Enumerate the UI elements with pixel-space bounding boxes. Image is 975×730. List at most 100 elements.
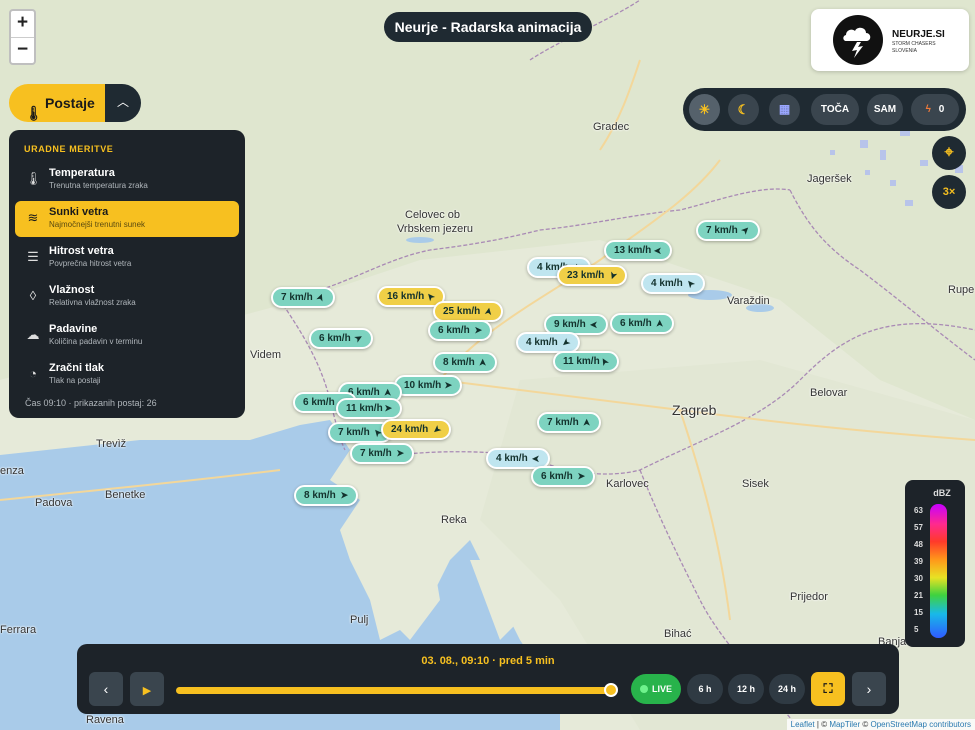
- timeline-datetime: 03. 08., 09:10 · pred 5 min: [421, 655, 555, 667]
- wind-marker[interactable]: 8 km/h ➤: [294, 485, 358, 506]
- stations-item-temperature[interactable]: 🌡 Temperatura Trenutna temperatura zraka: [15, 162, 239, 198]
- wind-marker[interactable]: 8 km/h ➤: [433, 352, 497, 373]
- wind-arrow-icon: ➤: [474, 325, 482, 335]
- legend-title: dBZ: [933, 488, 951, 498]
- wind-marker[interactable]: 13 km/h ➤: [604, 240, 672, 261]
- wind-arrow-icon: ➤: [353, 331, 365, 345]
- maptiler-link[interactable]: MapTiler: [829, 720, 860, 729]
- wind-marker[interactable]: 7 km/h ➤: [696, 220, 760, 241]
- stations-item-label: Sunki vetra: [49, 206, 109, 218]
- wind-arrow-icon: ➤: [739, 223, 753, 237]
- play-icon: ▶: [142, 685, 152, 697]
- locate-button[interactable]: ⌖: [932, 136, 966, 170]
- stations-button[interactable]: 🌡 Postaje: [9, 84, 105, 122]
- city-label: Rupe: [948, 284, 975, 296]
- wind-marker[interactable]: 4 km/h➤: [516, 332, 580, 353]
- wind-marker-value: 8 km/h: [443, 357, 475, 368]
- previous-frame-button[interactable]: ‹: [89, 672, 123, 706]
- zoom-out-button[interactable]: −: [11, 37, 34, 63]
- stations-item-description: Povprečna hitrost vetra: [49, 259, 132, 268]
- wind-marker[interactable]: 6 km/h➤: [610, 313, 674, 334]
- stations-item-label: Temperatura: [49, 167, 115, 179]
- wind-marker[interactable]: 6 km/h➤: [531, 466, 595, 487]
- wind-marker[interactable]: 23 km/h ➤: [557, 265, 627, 286]
- wind-marker[interactable]: 11 km/h ➤: [336, 398, 402, 419]
- range-24h-button[interactable]: 24 h: [769, 674, 805, 704]
- chevron-left-icon: ‹: [103, 681, 109, 697]
- gauge-icon: ◔: [29, 366, 37, 381]
- wind-marker-value: 16 km/h: [387, 291, 425, 302]
- wind-marker-value: 4 km/h: [651, 278, 683, 289]
- legend-value: 48: [914, 540, 923, 549]
- wind-marker-value: 6 km/h: [438, 325, 470, 336]
- leaflet-link[interactable]: Leaflet: [791, 720, 815, 729]
- night-mode-button[interactable]: ☾: [728, 94, 759, 125]
- stations-item-wind-speed[interactable]: ☰ Hitrost vetra Povprečna hitrost vetra: [15, 240, 239, 276]
- stations-item-humidity[interactable]: ◊ Vlažnost Relativna vlažnost zraka: [15, 279, 239, 315]
- wind-marker[interactable]: 25 km/h ➤: [433, 301, 503, 322]
- moon-icon: ☾: [737, 102, 750, 117]
- calendar-button[interactable]: ▦: [769, 94, 800, 125]
- wind-marker[interactable]: 7 km/h ➤: [350, 443, 414, 464]
- map-attribution: Leaflet | © MapTiler © OpenStreetMap con…: [786, 719, 975, 730]
- timeline-slider[interactable]: [176, 687, 612, 694]
- logo[interactable]: NEURJE.SI STORM CHASERS SLOVENIA: [811, 9, 969, 71]
- sam-button[interactable]: SAM: [867, 94, 903, 125]
- stations-item-wind-gust[interactable]: ≋ Sunki vetra Najmočnejši trenutni sunek: [15, 201, 239, 237]
- wind-marker-value: 23 km/h: [567, 270, 605, 281]
- wind-arrow-icon: ➤: [340, 490, 348, 500]
- attribution-separator: | ©: [816, 720, 830, 729]
- wind-marker[interactable]: 7 km/h ➤: [537, 412, 601, 433]
- legend-color-bar: [930, 504, 947, 638]
- city-label: Sisek: [742, 478, 769, 490]
- live-dot-icon: [640, 685, 648, 693]
- wind-marker[interactable]: 11 km/h ➤: [553, 351, 619, 372]
- wind-marker[interactable]: 24 km/h ➤: [381, 419, 451, 440]
- chevron-up-icon: ︿: [116, 95, 129, 109]
- wind-arrow-icon: ➤: [581, 418, 592, 427]
- day-mode-button[interactable]: ☀: [689, 94, 720, 125]
- timeline-slider-handle[interactable]: [604, 683, 618, 697]
- storm-logo-icon: [833, 15, 883, 65]
- play-button[interactable]: ▶: [130, 672, 164, 706]
- city-label: Jageršek: [807, 173, 852, 185]
- layer-toolbar: ☀ ☾ ▦ TOČA SAM ϟ 0: [683, 88, 966, 131]
- stations-item-label: Padavine: [49, 323, 98, 335]
- wind-arrow-icon: ➤: [532, 454, 540, 464]
- wind-arrow-icon: ➤: [590, 320, 598, 330]
- range-12h-button[interactable]: 12 h: [728, 674, 764, 704]
- range-6h-button[interactable]: 6 h: [687, 674, 723, 704]
- city-label: Ferrara: [0, 624, 37, 636]
- stations-item-description: Tlak na postaji: [49, 376, 101, 385]
- wind-marker-value: 4 km/h: [526, 337, 558, 348]
- timeline-panel: 03. 08., 09:10 · pred 5 min ‹ ▶ LIVE 6 h…: [77, 644, 899, 714]
- hail-button[interactable]: TOČA: [811, 94, 859, 125]
- wind-marker-value: 11 km/h: [563, 356, 600, 367]
- fullscreen-button[interactable]: ⛶: [811, 672, 845, 706]
- wind-marker[interactable]: 10 km/h ➤: [394, 375, 462, 396]
- stations-item-precipitation[interactable]: ☁ Padavine Količina padavin v terminu: [15, 318, 239, 354]
- city-label: enza: [0, 465, 24, 477]
- zoom-in-button[interactable]: +: [11, 11, 34, 37]
- wind-marker[interactable]: 6 km/h ➤: [428, 320, 492, 341]
- city-label: Karlovec: [606, 478, 649, 490]
- page-title: Neurje - Radarska animacija: [384, 12, 592, 42]
- legend-value: 21: [914, 591, 923, 600]
- next-frame-button[interactable]: ›: [852, 672, 886, 706]
- wind-marker[interactable]: 6 km/h➤: [309, 328, 373, 349]
- osm-link[interactable]: OpenStreetMap contributors: [871, 720, 972, 729]
- wind-marker[interactable]: 7 km/h ➤: [271, 287, 335, 308]
- wind-marker-value: 7 km/h: [547, 417, 579, 428]
- city-label: Varaždin: [727, 295, 770, 307]
- live-button[interactable]: LIVE: [631, 674, 681, 704]
- wind-arrow-icon: ➤: [654, 319, 665, 328]
- stations-item-pressure[interactable]: ◔ Zračni tlak Tlak na postaji: [15, 357, 239, 393]
- city-label: Reka: [441, 514, 467, 526]
- city-label: Vrbskem jezeru: [397, 223, 474, 235]
- lightning-count: 0: [938, 104, 945, 115]
- speed-button[interactable]: 3×: [932, 175, 966, 209]
- wind-marker[interactable]: 4 km/h➤: [641, 273, 705, 294]
- legend-value: 63: [914, 506, 923, 515]
- legend-value: 5: [914, 625, 919, 634]
- lightning-button[interactable]: ϟ 0: [911, 94, 959, 125]
